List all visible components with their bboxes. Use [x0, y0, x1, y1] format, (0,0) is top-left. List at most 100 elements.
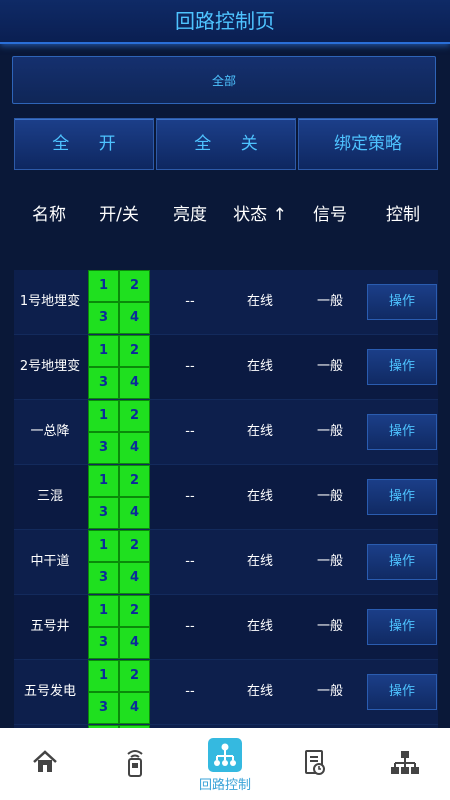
table-row: 2号地埋变 1 2 3 4 -- 在线 一般 操作 — [14, 335, 438, 400]
bind-policy-button[interactable]: 绑定策略 — [298, 118, 438, 170]
switch-toggle[interactable]: 2 — [119, 595, 150, 627]
row-status: 在线 — [246, 359, 273, 374]
switch-toggle[interactable]: 4 — [119, 302, 150, 334]
row-signal: 一般 — [316, 554, 343, 569]
switch-toggle[interactable]: 2 — [119, 660, 150, 692]
switch-toggle[interactable]: 3 — [88, 432, 119, 464]
row-brightness: -- — [185, 489, 195, 504]
table-row: 一总降 1 2 3 4 -- 在线 一般 操作 — [14, 400, 438, 465]
switch-toggle[interactable]: 2 — [119, 270, 150, 302]
switch-grid: 1 2 3 4 — [88, 595, 150, 659]
switch-toggle[interactable]: 2 — [119, 400, 150, 432]
nav-item-network[interactable] — [360, 728, 450, 800]
row-brightness: -- — [185, 619, 195, 634]
network-icon — [391, 751, 419, 774]
row-status: 在线 — [246, 619, 273, 634]
row-brightness: -- — [185, 359, 195, 374]
row-name: 三混 — [36, 489, 63, 504]
row-signal: 一般 — [316, 684, 343, 699]
switch-toggle[interactable]: 2 — [119, 530, 150, 562]
operate-button[interactable]: 操作 — [367, 674, 437, 710]
action-bar: 全 开 全 关 绑定策略 — [14, 118, 438, 170]
switch-toggle[interactable]: 3 — [88, 302, 119, 334]
row-name: 1号地埋变 — [19, 294, 81, 309]
switch-toggle[interactable]: 4 — [119, 367, 150, 399]
row-signal: 一般 — [316, 294, 343, 309]
switch-toggle[interactable]: 4 — [119, 627, 150, 659]
nav-item-device[interactable] — [90, 728, 180, 800]
filter-select[interactable]: 全部 — [12, 56, 436, 104]
operate-button[interactable]: 操作 — [367, 609, 437, 645]
switch-grid: 1 2 3 4 — [88, 465, 150, 529]
operate-button[interactable]: 操作 — [367, 349, 437, 385]
switch-toggle[interactable]: 2 — [119, 465, 150, 497]
nav-item-loop-control[interactable]: 回路控制 — [180, 728, 270, 800]
switch-toggle[interactable]: 3 — [88, 692, 119, 724]
switch-grid: 1 2 3 4 — [88, 335, 150, 399]
column-header-status[interactable]: 状态 ↑ — [228, 200, 292, 225]
switch-toggle[interactable]: 4 — [119, 562, 150, 594]
switch-toggle[interactable]: 2 — [119, 335, 150, 367]
row-status: 在线 — [246, 424, 273, 439]
operate-button[interactable]: 操作 — [367, 544, 437, 580]
row-signal: 一般 — [316, 424, 343, 439]
column-header-brightness: 亮度 — [173, 205, 207, 225]
row-name: 2号地埋变 — [19, 359, 81, 374]
operate-button[interactable]: 操作 — [367, 284, 437, 320]
switch-toggle[interactable]: 1 — [88, 400, 119, 432]
table-row: 五号发电 1 2 3 4 -- 在线 一般 操作 — [14, 660, 438, 725]
row-name: 一总降 — [30, 424, 70, 439]
row-brightness: -- — [185, 554, 195, 569]
document-icon — [305, 750, 325, 775]
row-name: 五号发电 — [23, 684, 76, 699]
column-header-name: 名称 — [32, 205, 66, 225]
row-brightness: -- — [185, 424, 195, 439]
switch-toggle[interactable]: 1 — [88, 660, 119, 692]
page-title: 回路控制页 — [0, 0, 450, 44]
switch-toggle[interactable]: 3 — [88, 497, 119, 529]
switch-toggle[interactable]: 3 — [88, 367, 119, 399]
row-status: 在线 — [246, 554, 273, 569]
nav-item-home[interactable] — [0, 728, 90, 800]
row-brightness: -- — [185, 684, 195, 699]
row-status: 在线 — [246, 294, 273, 309]
switch-toggle[interactable]: 1 — [88, 270, 119, 302]
row-signal: 一般 — [316, 359, 343, 374]
switch-toggle[interactable]: 1 — [88, 335, 119, 367]
row-name: 五号井 — [30, 619, 70, 634]
operate-button[interactable]: 操作 — [367, 414, 437, 450]
table-row: 五号井 1 2 3 4 -- 在线 一般 操作 — [14, 595, 438, 660]
switch-grid: 1 2 3 4 — [88, 270, 150, 334]
column-header-signal: 信号 — [313, 205, 347, 225]
row-signal: 一般 — [316, 619, 343, 634]
column-header-control: 控制 — [386, 205, 420, 225]
table-row: 三混 1 2 3 4 -- 在线 一般 操作 — [14, 465, 438, 530]
table-row: 中干道 1 2 3 4 -- 在线 一般 操作 — [14, 530, 438, 595]
row-name: 中干道 — [30, 554, 70, 569]
switch-toggle[interactable]: 3 — [88, 562, 119, 594]
switch-toggle[interactable]: 3 — [88, 627, 119, 659]
loop-table: 1号地埋变 1 2 3 4 -- 在线 一般 操作 2号地埋变 1 2 3 4 … — [14, 270, 438, 728]
switch-toggle[interactable]: 1 — [88, 465, 119, 497]
switch-grid: 1 2 3 4 — [88, 530, 150, 594]
switch-toggle[interactable]: 4 — [119, 432, 150, 464]
nav-item-document[interactable] — [270, 728, 360, 800]
row-signal: 一般 — [316, 489, 343, 504]
switch-toggle[interactable]: 4 — [119, 692, 150, 724]
switch-grid: 1 2 3 4 — [88, 660, 150, 724]
all-off-button[interactable]: 全 关 — [156, 118, 296, 170]
column-header-switch: 开/关 — [99, 205, 139, 225]
switch-toggle[interactable]: 1 — [88, 595, 119, 627]
row-brightness: -- — [185, 294, 195, 309]
table-row: 1号地埋变 1 2 3 4 -- 在线 一般 操作 — [14, 270, 438, 335]
loop-control-icon — [208, 738, 242, 772]
operate-button[interactable]: 操作 — [367, 479, 437, 515]
row-status: 在线 — [246, 684, 273, 699]
row-status: 在线 — [246, 489, 273, 504]
all-on-button[interactable]: 全 开 — [14, 118, 154, 170]
mobile-device-icon — [127, 750, 143, 777]
switch-grid: 1 2 3 4 — [88, 400, 150, 464]
home-icon — [33, 750, 57, 772]
switch-toggle[interactable]: 1 — [88, 530, 119, 562]
switch-toggle[interactable]: 4 — [119, 497, 150, 529]
